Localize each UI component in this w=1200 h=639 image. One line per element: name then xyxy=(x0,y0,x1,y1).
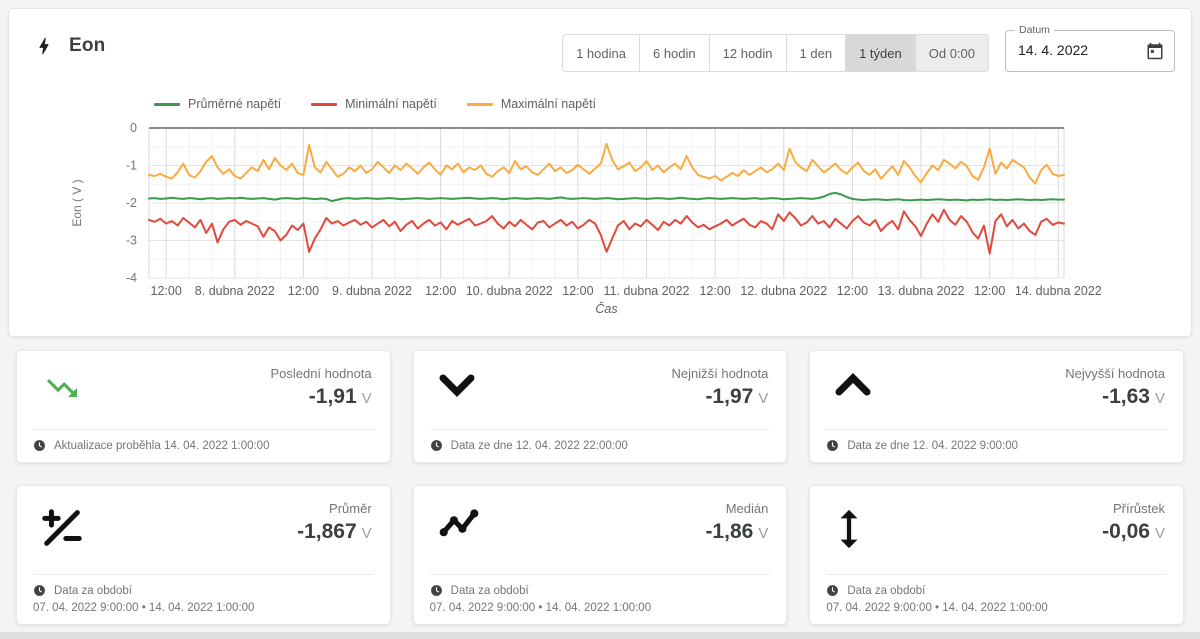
footer-text: Data za období xyxy=(451,585,529,597)
trending-down-icon xyxy=(39,370,85,406)
stat-cards-grid: Poslední hodnota -1,91V Aktualizace prob… xyxy=(16,350,1184,625)
plus-minus-icon xyxy=(39,505,85,551)
footer-period: 07. 04. 2022 9:00:00 • 14. 04. 2022 1:00… xyxy=(33,602,374,614)
x-tick-label: 12:00 xyxy=(974,284,1005,298)
time-range-button-od000[interactable]: Od 0:00 xyxy=(915,35,988,71)
card-last-value: Poslední hodnota -1,91V Aktualizace prob… xyxy=(16,350,391,463)
x-tick-label: 12:00 xyxy=(288,284,319,298)
footer-text: Aktualizace proběhla 14. 04. 2022 1:00:0… xyxy=(54,440,269,452)
height-icon xyxy=(832,505,866,553)
series-line xyxy=(149,210,1064,254)
card-median: Medián -1,86V Data za období 07. 04. 202… xyxy=(413,485,788,625)
calendar-icon[interactable] xyxy=(1146,42,1164,60)
footer-text: Data ze dne 12. 04. 2022 9:00:00 xyxy=(847,440,1018,452)
footer-period: 07. 04. 2022 9:00:00 • 14. 04. 2022 1:00… xyxy=(430,602,771,614)
time-range-button-1w[interactable]: 1 týden xyxy=(845,35,915,71)
stat-value: -1,91V xyxy=(270,385,371,409)
stat-unit: V xyxy=(1155,525,1165,542)
footer-text: Data za období xyxy=(847,585,925,597)
clock-icon xyxy=(430,439,443,452)
stat-label: Nejnižší hodnota xyxy=(671,366,768,381)
next-section-edge xyxy=(0,632,1200,639)
y-tick-label: -4 xyxy=(126,271,137,285)
date-input[interactable] xyxy=(1018,42,1138,58)
card-footer: Data ze dne 12. 04. 2022 22:00:00 xyxy=(430,429,771,462)
x-tick-label: 12:00 xyxy=(151,284,182,298)
clock-icon xyxy=(826,439,839,452)
stat-label: Průměr xyxy=(297,501,372,516)
card-footer: Data za období 07. 04. 2022 9:00:00 • 14… xyxy=(33,574,374,624)
footer-text: Data ze dne 12. 04. 2022 22:00:00 xyxy=(451,440,628,452)
x-tick-label: 13. dubna 2022 xyxy=(878,284,965,298)
x-tick-label: 8. dubna 2022 xyxy=(195,284,275,298)
x-tick-label: 10. dubna 2022 xyxy=(466,284,553,298)
y-tick-label: -2 xyxy=(126,196,137,210)
stat-unit: V xyxy=(1155,390,1165,407)
time-range-button-1d[interactable]: 1 den xyxy=(786,35,846,71)
y-tick-label: 0 xyxy=(130,121,137,135)
series-line xyxy=(149,193,1064,201)
y-axis-title: Eon ( V ) xyxy=(70,179,84,226)
date-field-label: Datum xyxy=(1015,24,1054,36)
stat-label: Medián xyxy=(705,501,768,516)
footer-period: 07. 04. 2022 9:00:00 • 14. 04. 2022 1:00… xyxy=(826,602,1167,614)
card-footer: Data ze dne 12. 04. 2022 9:00:00 xyxy=(826,429,1167,462)
card-increment: Přírůstek -0,06V Data za období 07. 04. … xyxy=(809,485,1184,625)
time-range-button-6h[interactable]: 6 hodin xyxy=(639,35,709,71)
x-tick-label: 14. dubna 2022 xyxy=(1015,284,1102,298)
time-range-button-12h[interactable]: 12 hodin xyxy=(709,35,786,71)
x-tick-label: 12:00 xyxy=(562,284,593,298)
y-tick-label: -3 xyxy=(126,234,137,248)
x-tick-label: 11. dubna 2022 xyxy=(604,284,690,298)
x-tick-label: 12:00 xyxy=(425,284,456,298)
stat-value: -1,867V xyxy=(297,520,372,544)
stat-unit: V xyxy=(758,525,768,542)
y-tick-label: -1 xyxy=(126,159,137,173)
date-field[interactable]: Datum xyxy=(1005,30,1175,72)
footer-text: Data za období xyxy=(54,585,132,597)
series-line xyxy=(149,144,1064,184)
stat-value: -1,97V xyxy=(671,385,768,409)
card-footer: Data za období 07. 04. 2022 9:00:00 • 14… xyxy=(826,574,1167,624)
clock-icon xyxy=(430,584,443,597)
x-tick-label: 12:00 xyxy=(700,284,731,298)
clock-icon xyxy=(826,584,839,597)
card-average: Průměr -1,867V Data za období 07. 04. 20… xyxy=(16,485,391,625)
x-tick-label: 12. dubna 2022 xyxy=(740,284,827,298)
stat-value: -1,86V xyxy=(705,520,768,544)
page-title: Eon xyxy=(69,35,106,57)
time-range-button-1h[interactable]: 1 hodina xyxy=(563,35,639,71)
stat-value: -0,06V xyxy=(1102,520,1165,544)
stat-unit: V xyxy=(758,390,768,407)
x-tick-label: 9. dubna 2022 xyxy=(332,284,412,298)
card-header: Eon xyxy=(33,35,106,57)
chart-card: Eon 1 hodina 6 hodin 12 hodin 1 den 1 tý… xyxy=(8,8,1192,337)
stat-label: Nejvyšší hodnota xyxy=(1065,366,1165,381)
stat-value: -1,63V xyxy=(1065,385,1165,409)
time-controls: 1 hodina 6 hodin 12 hodin 1 den 1 týden … xyxy=(562,23,1175,72)
card-highest-value: Nejvyšší hodnota -1,63V Data ze dne 12. … xyxy=(809,350,1184,463)
card-footer: Aktualizace proběhla 14. 04. 2022 1:00:0… xyxy=(33,429,374,462)
chevron-down-icon xyxy=(436,370,478,400)
clock-icon xyxy=(33,584,46,597)
clock-icon xyxy=(33,439,46,452)
x-axis-title: Čas xyxy=(595,301,617,316)
bolt-icon xyxy=(33,35,55,57)
chevron-up-icon xyxy=(832,370,874,400)
stat-unit: V xyxy=(362,525,372,542)
time-range-button-group: 1 hodina 6 hodin 12 hodin 1 den 1 týden … xyxy=(562,34,989,72)
card-footer: Data za období 07. 04. 2022 9:00:00 • 14… xyxy=(430,574,771,624)
card-lowest-value: Nejnižší hodnota -1,97V Data ze dne 12. … xyxy=(413,350,788,463)
x-tick-label: 12:00 xyxy=(837,284,868,298)
stat-label: Poslední hodnota xyxy=(270,366,371,381)
voltage-chart[interactable]: 0 -1 -2 -3 -4 12:00 8. dubna 2022 12:00 9. dubna… xyxy=(9,87,1193,323)
stat-label: Přírůstek xyxy=(1102,501,1165,516)
stat-unit: V xyxy=(362,390,372,407)
timeline-icon xyxy=(436,505,482,539)
